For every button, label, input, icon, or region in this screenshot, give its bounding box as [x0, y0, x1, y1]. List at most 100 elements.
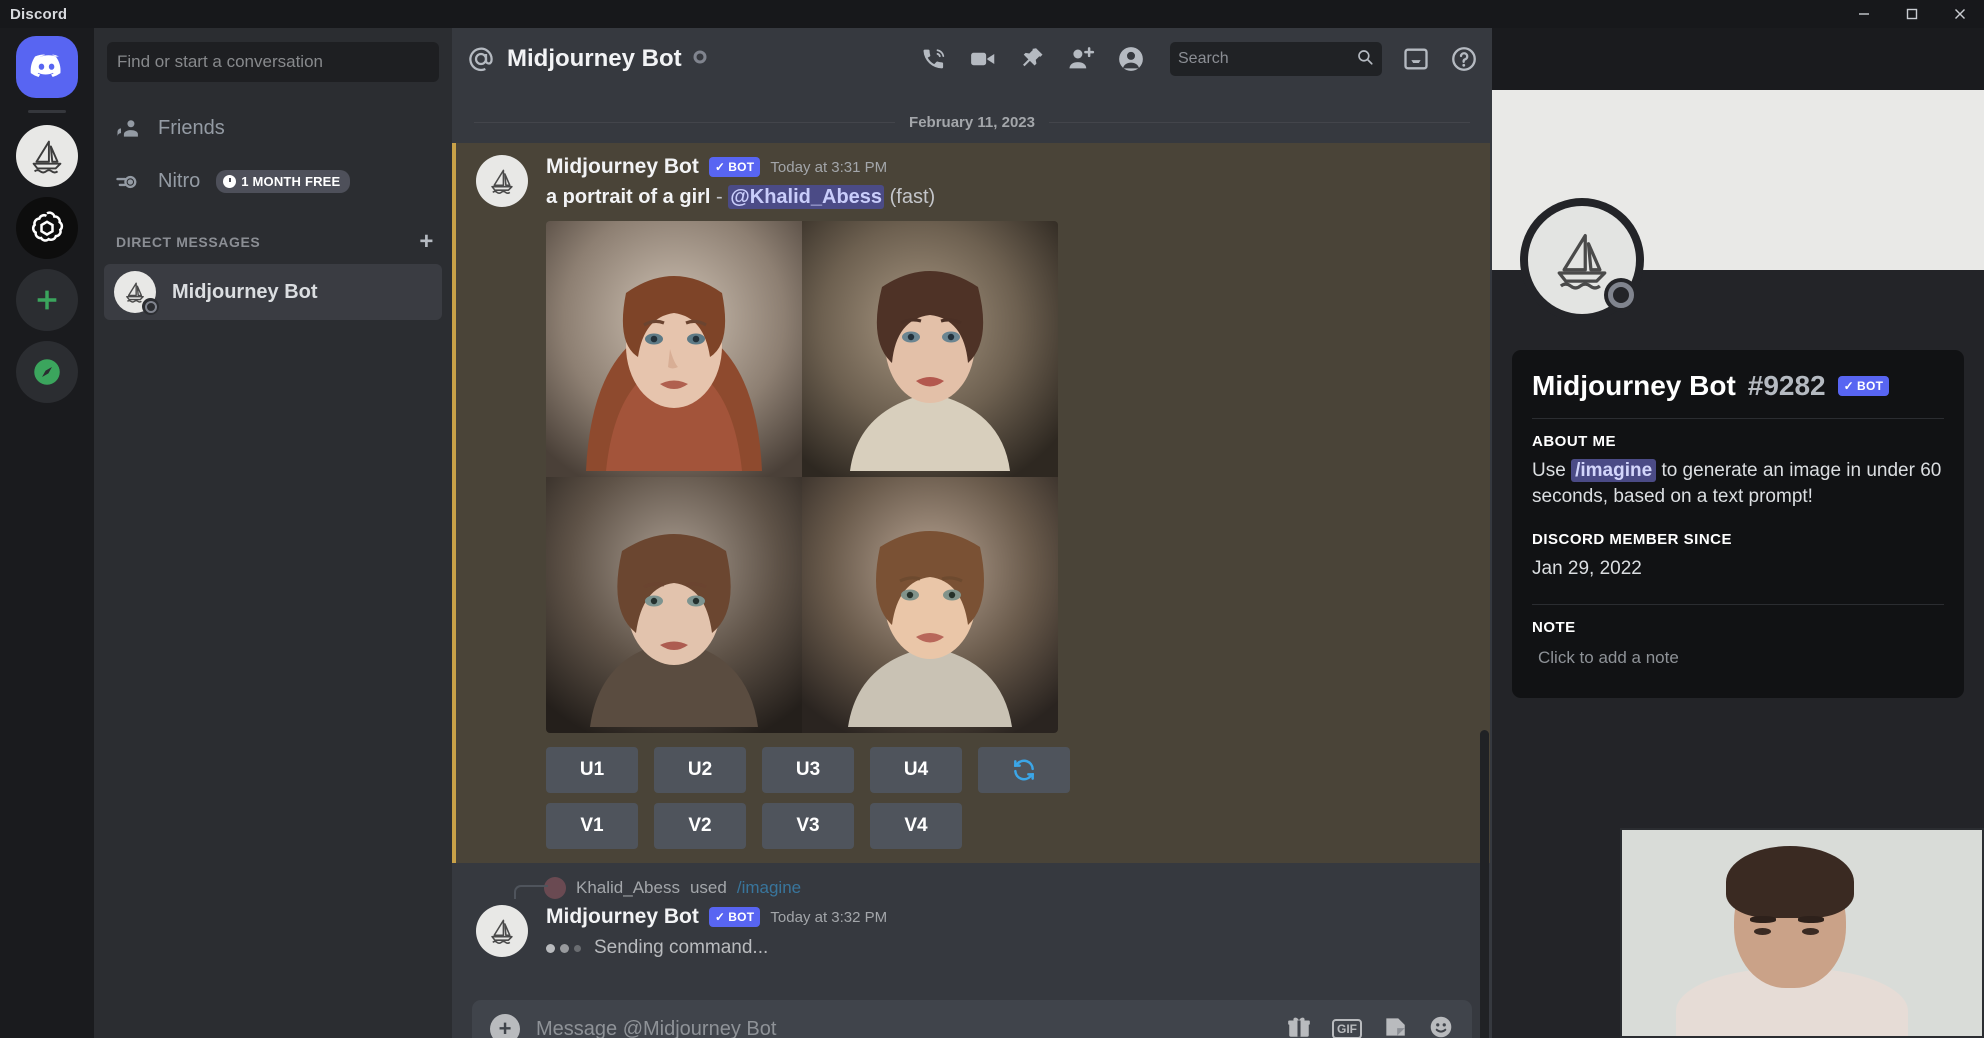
message-scrollbar[interactable]	[1480, 730, 1489, 1038]
emoji-icon[interactable]	[1428, 1014, 1454, 1038]
profile-name: Midjourney Bot	[1532, 370, 1736, 402]
sailboat-icon	[485, 164, 519, 198]
friends-icon	[114, 115, 142, 143]
chat-header: Midjourney Bot	[452, 28, 1492, 90]
inbox-icon[interactable]	[1402, 45, 1430, 73]
openai-icon	[27, 208, 67, 248]
start-video-call-icon[interactable]	[968, 44, 998, 74]
search-placeholder: Search	[1178, 50, 1229, 68]
nitro-promo-badge[interactable]: 1 MONTH FREE	[216, 170, 350, 193]
chat-header-actions: Search	[920, 42, 1478, 76]
bot-tag-label: BOT	[728, 160, 754, 174]
mention-chip[interactable]: @Khalid_Abess	[728, 185, 884, 209]
profile-section-title: DISCORD MEMBER SINCE	[1532, 531, 1944, 548]
upscale-button-u1[interactable]: U1	[546, 747, 638, 793]
webcam-eye-right	[1802, 928, 1819, 935]
upscale-button-u4[interactable]: U4	[870, 747, 962, 793]
profile-member-since-value: Jan 29, 2022	[1532, 556, 1944, 582]
generated-image-3[interactable]	[546, 477, 802, 733]
message-list[interactable]: February 11, 2023 Midjourney Bot	[452, 90, 1492, 1038]
profile-section-member-since: DISCORD MEMBER SINCE Jan 29, 2022	[1532, 531, 1944, 582]
profile-note-input[interactable]: Click to add a note	[1532, 644, 1944, 672]
webcam-hair	[1726, 846, 1854, 918]
profile-section-note: NOTE Click to add a note	[1532, 619, 1944, 672]
message-author[interactable]: Midjourney Bot	[546, 155, 699, 179]
command-name[interactable]: /imagine	[737, 878, 801, 898]
webcam-brow-right	[1798, 916, 1824, 923]
server-rail-item-midjourney-server[interactable]	[16, 125, 78, 187]
upscale-button-u3[interactable]: U3	[762, 747, 854, 793]
offline-status-icon	[693, 50, 707, 64]
sidebar-item-nitro-label: Nitro	[158, 170, 200, 193]
user-profile-icon[interactable]	[1116, 44, 1146, 74]
start-voice-call-icon[interactable]	[920, 45, 948, 73]
avatar[interactable]	[476, 905, 528, 957]
command-verb: used	[690, 878, 727, 898]
message-composer[interactable]: + Message @Midjourney Bot GIF	[472, 1000, 1472, 1038]
message-item-sending[interactable]: Midjourney Bot ✓ BOT Today at 3:32 PM Se…	[452, 899, 1492, 959]
minimize-button[interactable]	[1840, 0, 1888, 28]
gif-icon[interactable]: GIF	[1332, 1019, 1362, 1038]
prompt-text: a portrait of a girl	[546, 186, 710, 208]
webcam-eye-left	[1754, 928, 1771, 935]
generated-image-1[interactable]	[546, 221, 802, 477]
dm-list-item-midjourney-bot[interactable]: Midjourney Bot	[104, 264, 442, 320]
server-rail	[0, 28, 94, 1038]
section-gap	[1532, 509, 1944, 531]
rail-divider	[28, 110, 66, 113]
generated-image-grid[interactable]	[546, 221, 1058, 733]
server-rail-item-openai-server[interactable]	[16, 197, 78, 259]
status-badge-bot: ✓ BOT	[709, 907, 761, 927]
generated-image-2[interactable]	[802, 221, 1058, 477]
server-rail-item-discord-home[interactable]	[16, 36, 78, 98]
server-rail-item-add-server[interactable]	[16, 269, 78, 331]
webcam-brow-left	[1750, 916, 1776, 923]
sidebar-item-friends[interactable]: Friends	[104, 102, 442, 155]
plus-icon	[31, 284, 63, 316]
sticker-icon[interactable]	[1382, 1014, 1408, 1038]
variation-button-v3[interactable]: V3	[762, 803, 854, 849]
chat-status-badge	[693, 50, 707, 69]
create-dm-button[interactable]: +	[419, 230, 434, 254]
message-author[interactable]: Midjourney Bot	[546, 905, 699, 929]
discord-window: Discord	[0, 0, 1984, 1038]
help-icon[interactable]	[1450, 45, 1478, 73]
plus-circle-icon[interactable]: +	[490, 1014, 520, 1038]
message-item-mentioned[interactable]: Midjourney Bot ✓ BOT Today at 3:31 PM a …	[452, 143, 1490, 863]
app-title: Discord	[10, 6, 67, 23]
gift-icon[interactable]	[1286, 1014, 1312, 1038]
sailboat-icon	[24, 133, 70, 179]
status-badge-bot: ✓ BOT	[709, 157, 761, 177]
server-rail-item-explore-servers[interactable]	[16, 341, 78, 403]
variation-button-v4[interactable]: V4	[870, 803, 962, 849]
message-header: Midjourney Bot ✓ BOT Today at 3:31 PM	[546, 155, 1468, 179]
find-conversation-input[interactable]: Find or start a conversation	[107, 42, 439, 82]
upscale-button-u2[interactable]: U2	[654, 747, 746, 793]
bot-tag-label: BOT	[728, 910, 754, 924]
dm-sidebar: Find or start a conversation Friends	[94, 28, 452, 1038]
profile-about-text: Use /imagine to generate an image in und…	[1532, 458, 1944, 509]
profile-name-row: Midjourney Bot#9282 ✓ BOT	[1532, 370, 1944, 402]
maximize-button[interactable]	[1888, 0, 1936, 28]
reroll-button[interactable]	[978, 747, 1070, 793]
pinned-messages-icon[interactable]	[1018, 45, 1046, 73]
about-text-before: Use	[1532, 460, 1566, 481]
avatar[interactable]	[476, 155, 528, 207]
sailboat-icon	[485, 914, 519, 948]
variation-button-v1[interactable]: V1	[546, 803, 638, 849]
profile-avatar[interactable]	[1520, 198, 1644, 322]
nitro-icon	[114, 168, 142, 196]
command-user[interactable]: Khalid_Abess	[576, 878, 680, 898]
message-item-system[interactable]: Khalid_Abess used /imagine	[452, 863, 1492, 899]
sidebar-item-nitro[interactable]: Nitro 1 MONTH FREE	[104, 155, 442, 208]
verified-check-icon: ✓	[715, 910, 725, 924]
prompt-suffix: (fast)	[890, 186, 936, 208]
loading-dots-icon	[546, 944, 581, 953]
close-button[interactable]	[1936, 0, 1984, 28]
generated-image-4[interactable]	[802, 477, 1058, 733]
search-input[interactable]: Search	[1170, 42, 1382, 76]
add-friends-to-dm-icon[interactable]	[1066, 44, 1096, 74]
dm-section-title: DIRECT MESSAGES	[116, 234, 260, 250]
status-badge	[142, 298, 159, 315]
variation-button-v2[interactable]: V2	[654, 803, 746, 849]
